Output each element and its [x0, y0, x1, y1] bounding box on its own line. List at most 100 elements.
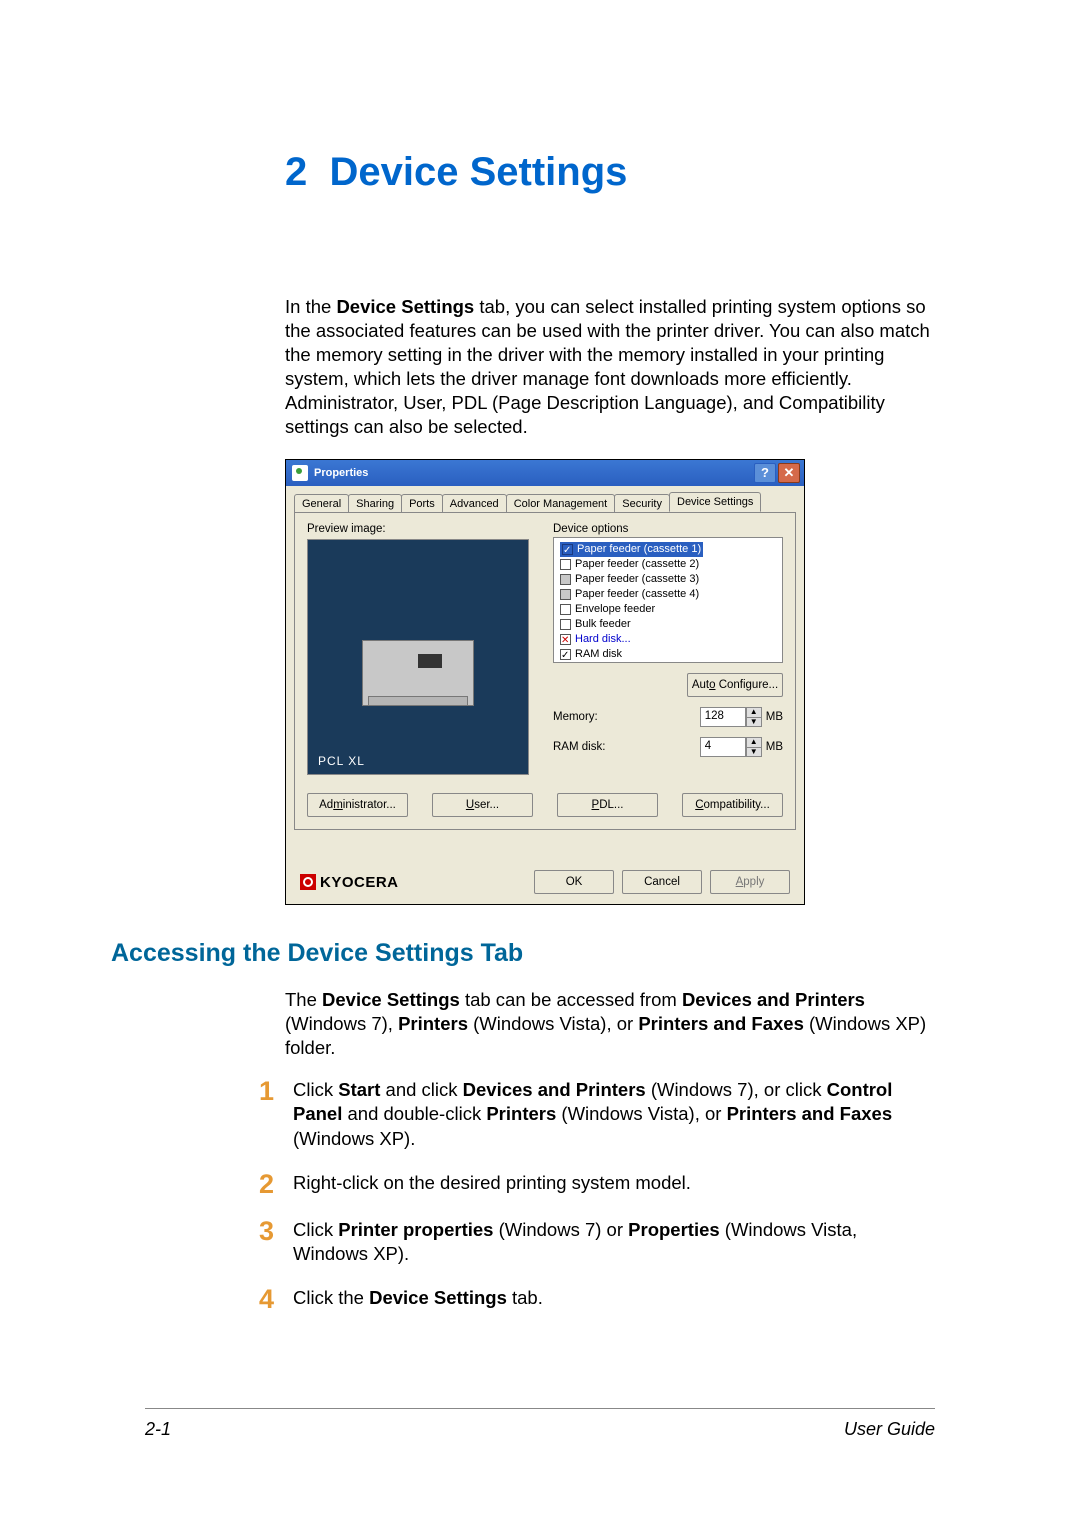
intro-text-rest: tab, you can select installed printing s…	[285, 296, 930, 437]
chapter-number: 2	[285, 150, 307, 194]
step-text: Click Start and click Devices and Printe…	[293, 1078, 935, 1150]
chapter-title: Device Settings	[329, 150, 627, 194]
btn-label: OK	[566, 876, 583, 888]
properties-dialog: Properties ? ✕ General Sharing Ports Adv…	[285, 459, 805, 905]
brand-text: KYOCERA	[320, 874, 399, 891]
option-cassette-4[interactable]: Paper feeder (cassette 4)	[560, 587, 776, 602]
step-number: 2	[259, 1171, 285, 1198]
titlebar: Properties ? ✕	[286, 460, 804, 486]
step-text: Click the Device Settings tab.	[293, 1286, 935, 1313]
tab-security[interactable]: Security	[614, 494, 670, 513]
tab-advanced[interactable]: Advanced	[442, 494, 507, 513]
step-text: Click Printer properties (Windows 7) or …	[293, 1218, 935, 1266]
btn-label: Apply	[736, 876, 765, 888]
access-paragraph: The Device Settings tab can be accessed …	[285, 988, 935, 1060]
administrator-button[interactable]: Administrator...	[307, 793, 408, 817]
page-footer: 2-1 User Guide	[145, 1408, 935, 1440]
option-cassette-1[interactable]: Paper feeder (cassette 1)	[560, 542, 703, 557]
option-label: Paper feeder (cassette 2)	[575, 557, 699, 572]
option-label: RAM disk	[575, 647, 622, 662]
memory-unit: MB	[766, 711, 783, 723]
cancel-button[interactable]: Cancel	[622, 870, 702, 894]
option-cassette-3[interactable]: Paper feeder (cassette 3)	[560, 572, 776, 587]
memory-value[interactable]: 128	[700, 707, 746, 727]
ramdisk-row: RAM disk: 4 ▲▼ MB	[553, 737, 783, 757]
tab-label: General	[302, 498, 341, 510]
option-label: Bulk feeder	[575, 617, 631, 632]
tab-ports[interactable]: Ports	[401, 494, 443, 513]
tab-device-settings[interactable]: Device Settings	[669, 492, 761, 512]
tab-label: Color Management	[514, 498, 608, 510]
tab-label: Ports	[409, 498, 435, 510]
ramdisk-spinner[interactable]: ▲▼	[746, 737, 762, 757]
option-envelope-feeder[interactable]: Envelope feeder	[560, 602, 776, 617]
option-label: Paper feeder (cassette 1)	[577, 542, 701, 557]
printer-icon	[292, 465, 308, 481]
compatibility-button[interactable]: Compatibility...	[682, 793, 783, 817]
option-label: Hard disk...	[575, 632, 631, 647]
printer-illustration	[362, 614, 474, 710]
tab-label: Sharing	[356, 498, 394, 510]
checkbox-icon	[560, 604, 571, 615]
checkbox-icon	[560, 619, 571, 630]
step-1: 1 Click Start and click Devices and Prin…	[259, 1078, 935, 1150]
memory-row: Memory: 128 ▲▼ MB	[553, 707, 783, 727]
tab-sharing[interactable]: Sharing	[348, 494, 402, 513]
page-number: 2-1	[145, 1419, 171, 1440]
checkbox-icon	[560, 634, 571, 645]
device-options-list[interactable]: Paper feeder (cassette 1) Paper feeder (…	[553, 537, 783, 663]
tab-general[interactable]: General	[294, 494, 349, 513]
option-bulk-feeder[interactable]: Bulk feeder	[560, 617, 776, 632]
tab-label: Device Settings	[677, 496, 753, 508]
option-label: Envelope feeder	[575, 602, 655, 617]
btn-label: Auto Configure...	[692, 679, 778, 691]
intro-bold: Device Settings	[336, 296, 474, 317]
ramdisk-label: RAM disk:	[553, 741, 700, 753]
tab-label: Security	[622, 498, 662, 510]
close-button[interactable]: ✕	[778, 463, 800, 483]
user-button[interactable]: User...	[432, 793, 533, 817]
checkbox-icon	[560, 589, 571, 600]
preview-mode-text: PCL XL	[318, 754, 365, 768]
checkbox-icon	[562, 544, 573, 555]
help-button[interactable]: ?	[754, 463, 776, 483]
btn-label: Compatibility...	[695, 799, 770, 811]
option-hard-disk[interactable]: Hard disk...	[560, 632, 776, 647]
tab-label: Advanced	[450, 498, 499, 510]
ramdisk-unit: MB	[766, 741, 783, 753]
guide-label: User Guide	[844, 1419, 935, 1440]
intro-paragraph: In the Device Settings tab, you can sele…	[285, 295, 935, 439]
ok-button[interactable]: OK	[534, 870, 614, 894]
kyocera-icon	[300, 874, 316, 890]
memory-label: Memory:	[553, 711, 700, 723]
checkbox-icon	[560, 574, 571, 585]
pdl-button[interactable]: PDL...	[557, 793, 658, 817]
dialog-title: Properties	[314, 467, 368, 479]
ramdisk-value[interactable]: 4	[700, 737, 746, 757]
btn-label: Administrator...	[319, 799, 396, 811]
option-label: Paper feeder (cassette 4)	[575, 587, 699, 602]
option-ram-disk[interactable]: RAM disk	[560, 647, 776, 662]
option-label: Paper feeder (cassette 3)	[575, 572, 699, 587]
option-cassette-2[interactable]: Paper feeder (cassette 2)	[560, 557, 776, 572]
step-4: 4 Click the Device Settings tab.	[259, 1286, 935, 1313]
chapter-heading: 2 Device Settings	[285, 150, 935, 195]
preview-image: PCL XL	[307, 539, 529, 775]
auto-configure-button[interactable]: Auto Configure...	[687, 673, 783, 697]
tab-strip: General Sharing Ports Advanced Color Man…	[286, 486, 804, 512]
step-number: 1	[259, 1078, 285, 1150]
apply-button[interactable]: Apply	[710, 870, 790, 894]
settings-buttons-row: Administrator... User... PDL... Compatib…	[307, 793, 783, 817]
memory-spinner[interactable]: ▲▼	[746, 707, 762, 727]
btn-label: Cancel	[644, 876, 680, 888]
btn-label: User...	[466, 799, 499, 811]
kyocera-logo: KYOCERA	[300, 874, 399, 891]
checkbox-icon	[560, 559, 571, 570]
step-3: 3 Click Printer properties (Windows 7) o…	[259, 1218, 935, 1266]
tab-panel: Preview image: PCL XL Device options	[294, 512, 796, 830]
step-number: 3	[259, 1218, 285, 1266]
dialog-footer: KYOCERA OK Cancel Apply	[286, 830, 804, 904]
device-options-label: Device options	[553, 523, 783, 535]
checkbox-icon	[560, 649, 571, 660]
tab-color-management[interactable]: Color Management	[506, 494, 616, 513]
